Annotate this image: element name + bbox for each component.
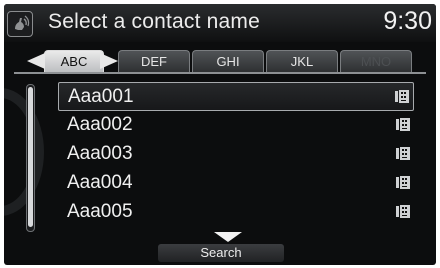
- clock-time: 9:30: [383, 7, 432, 35]
- search-label: Search: [200, 245, 242, 260]
- tab-abc[interactable]: ABC: [44, 50, 104, 72]
- tab-label: JKL: [290, 54, 314, 69]
- list-item[interactable]: Aaa005: [58, 198, 414, 227]
- tab-label: ABC: [60, 54, 88, 69]
- phonebook-icon: [396, 147, 410, 160]
- voice-talk-icon: [15, 15, 30, 30]
- search-button[interactable]: Search: [158, 244, 284, 262]
- tab-label: MNO: [360, 54, 392, 69]
- scrollbar[interactable]: [26, 84, 35, 232]
- tab-def[interactable]: DEF: [118, 50, 190, 72]
- tab-mno: MNO: [340, 50, 412, 72]
- tab-jkl[interactable]: JKL: [266, 50, 338, 72]
- phonebook-icon: [396, 176, 410, 189]
- navigation-screen: Select a contact name 9:30 ABC DEF GHI J…: [4, 4, 436, 265]
- phonebook-icon: [396, 118, 410, 131]
- tab-label: GHI: [216, 54, 240, 69]
- chevron-down-icon[interactable]: [214, 232, 242, 242]
- list-item[interactable]: Aaa002: [58, 111, 414, 140]
- tab-next-arrow-icon[interactable]: [100, 53, 118, 69]
- contact-list: Aaa001 Aaa002 Aaa003 Aaa004 Aaa005: [58, 82, 414, 227]
- tab-ghi[interactable]: GHI: [192, 50, 264, 72]
- contact-name: Aaa003: [67, 143, 133, 164]
- voice-button[interactable]: [7, 11, 33, 37]
- contact-name: Aaa002: [67, 114, 133, 135]
- list-item[interactable]: Aaa004: [58, 169, 414, 198]
- tab-divider: [14, 72, 426, 74]
- contact-name: Aaa001: [68, 86, 134, 107]
- phonebook-icon: [396, 205, 410, 218]
- list-item[interactable]: Aaa001: [58, 82, 414, 111]
- contact-name: Aaa005: [67, 201, 133, 222]
- contact-name: Aaa004: [67, 172, 133, 193]
- tab-prev-arrow-icon[interactable]: [27, 53, 45, 69]
- phonebook-icon: [395, 90, 409, 103]
- list-item[interactable]: Aaa003: [58, 140, 414, 169]
- scrollbar-thumb[interactable]: [28, 87, 33, 227]
- tab-label: DEF: [141, 54, 167, 69]
- page-title: Select a contact name: [48, 10, 260, 33]
- bezel-decoration: [4, 88, 44, 216]
- alphabet-tabs: ABC DEF GHI JKL MNO: [14, 50, 426, 72]
- header-bar: Select a contact name 9:30: [4, 4, 436, 42]
